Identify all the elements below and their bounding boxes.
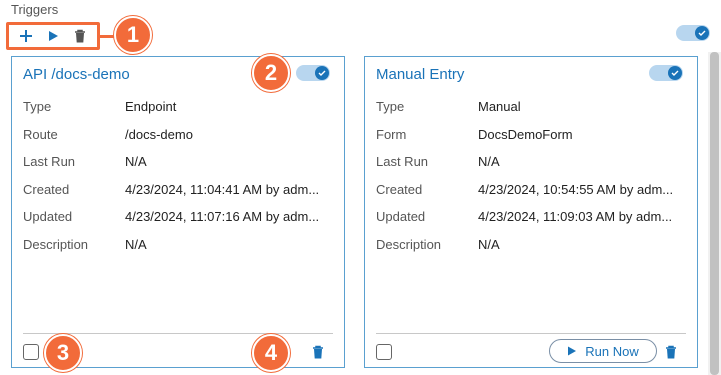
field-row-last-run: Last Run N/A — [376, 148, 694, 176]
field-value: N/A — [478, 236, 500, 252]
field-value: 4/23/2024, 11:04:41 AM by adm... — [125, 181, 320, 197]
field-value: /docs-demo — [125, 126, 193, 142]
field-label: Created — [23, 181, 70, 197]
toggle-knob — [668, 66, 682, 80]
card-select-checkbox[interactable] — [23, 344, 39, 360]
card-divider — [23, 333, 333, 334]
field-value: 4/23/2024, 11:07:16 AM by adm... — [125, 209, 320, 225]
scrollbar-thumb[interactable] — [710, 52, 719, 375]
check-icon — [318, 70, 326, 76]
play-icon — [48, 31, 58, 41]
card-title[interactable]: API /docs-demo — [23, 66, 130, 83]
trigger-toolbar — [6, 22, 100, 50]
field-row-type: Type Endpoint — [23, 93, 341, 121]
triggers-panel: Triggers 1 API /docs-demo Type Endpoint … — [0, 0, 721, 375]
field-value: Manual — [478, 99, 521, 115]
field-row-description: Description N/A — [23, 231, 341, 259]
trash-icon — [666, 345, 676, 359]
run-trigger-button[interactable] — [44, 27, 62, 45]
global-enable-toggle[interactable] — [676, 25, 710, 41]
vertical-scrollbar[interactable] — [708, 52, 721, 375]
field-row-created: Created 4/23/2024, 10:54:55 AM by adm... — [376, 176, 694, 204]
field-value: N/A — [125, 236, 147, 252]
field-row-type: Type Manual — [376, 93, 694, 121]
field-value: N/A — [478, 154, 500, 170]
trash-icon — [313, 345, 323, 359]
play-icon — [568, 346, 577, 356]
field-row-route: Route /docs-demo — [23, 121, 341, 149]
field-row-description: Description N/A — [376, 231, 694, 259]
callout-badge-3: 3 — [44, 334, 82, 372]
field-label: Description — [23, 236, 89, 252]
trash-icon — [74, 29, 85, 43]
field-label: Last Run — [23, 154, 76, 170]
field-row-created: Created 4/23/2024, 11:04:41 AM by adm... — [23, 176, 341, 204]
callout-badge-2: 2 — [252, 54, 290, 92]
field-value: 4/23/2024, 11:09:03 AM by adm... — [478, 209, 673, 225]
field-row-form: Form DocsDemoForm — [376, 121, 694, 149]
field-row-updated: Updated 4/23/2024, 11:09:03 AM by adm... — [376, 203, 694, 231]
field-row-last-run: Last Run N/A — [23, 148, 341, 176]
callout-badge-4: 4 — [252, 334, 290, 372]
section-title: Triggers — [11, 2, 59, 17]
plus-icon — [20, 30, 33, 42]
field-label: Type — [23, 99, 52, 115]
card-title[interactable]: Manual Entry — [376, 66, 464, 83]
card-fields: Type Endpoint Route /docs-demo Last Run … — [23, 93, 341, 258]
field-label: Updated — [376, 209, 426, 225]
field-label: Route — [23, 126, 58, 142]
run-now-button[interactable]: Run Now — [549, 339, 657, 363]
callout-badge-1: 1 — [114, 16, 152, 54]
trigger-card: Manual Entry Type Manual Form DocsDemoFo… — [364, 56, 698, 368]
toggle-knob — [315, 66, 329, 80]
field-row-updated: Updated 4/23/2024, 11:07:16 AM by adm... — [23, 203, 341, 231]
card-enable-toggle[interactable] — [296, 65, 330, 81]
trigger-card: API /docs-demo Type Endpoint Route /docs… — [11, 56, 345, 368]
field-label: Description — [376, 236, 442, 252]
card-fields: Type Manual Form DocsDemoForm Last Run N… — [376, 93, 694, 258]
check-icon — [698, 30, 706, 36]
add-trigger-button[interactable] — [17, 27, 35, 45]
card-enable-toggle[interactable] — [649, 65, 683, 81]
check-icon — [671, 70, 679, 76]
field-label: Created — [376, 181, 423, 197]
delete-card-button[interactable] — [311, 343, 325, 361]
field-label: Form — [376, 126, 407, 142]
delete-card-button[interactable] — [664, 343, 678, 361]
delete-trigger-button[interactable] — [71, 27, 89, 45]
field-value: N/A — [125, 154, 147, 170]
callout-connector — [100, 35, 114, 38]
field-value: DocsDemoForm — [478, 126, 573, 142]
toggle-knob — [695, 26, 709, 40]
field-label: Last Run — [376, 154, 429, 170]
field-label: Type — [376, 99, 405, 115]
card-divider — [376, 333, 686, 334]
field-value: 4/23/2024, 10:54:55 AM by adm... — [478, 181, 674, 197]
card-select-checkbox[interactable] — [376, 344, 392, 360]
field-value: Endpoint — [125, 99, 177, 115]
field-label: Updated — [23, 209, 73, 225]
run-now-label: Run Now — [585, 343, 639, 359]
